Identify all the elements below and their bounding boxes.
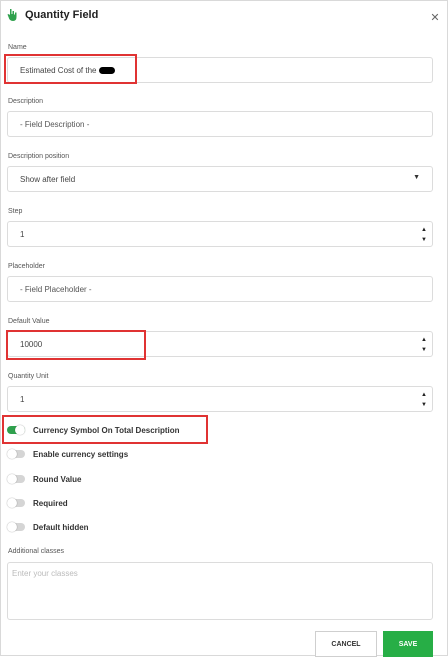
default-value-stepper[interactable]: ▲ ▼: [420, 337, 428, 353]
stepper-down-icon[interactable]: ▼: [421, 347, 427, 353]
additional-classes-label: Additional classes: [8, 548, 65, 555]
toggle-row-default-hidden[interactable]: Default hidden: [7, 519, 89, 535]
placeholder-field[interactable]: - Field Placeholder -: [7, 276, 433, 302]
stepper-up-icon[interactable]: ▲: [421, 392, 427, 398]
default-value-input[interactable]: 10000 ▲ ▼: [7, 331, 433, 357]
default-value-value: 10000: [20, 339, 43, 349]
toggle-row-currency-symbol[interactable]: Currency Symbol On Total Description: [7, 422, 180, 438]
name-value: Estimated Cost of the: [20, 65, 97, 75]
quantity-field-panel: Quantity Field ✕ Name Estimated Cost of …: [0, 0, 448, 657]
step-stepper[interactable]: ▲ ▼: [420, 227, 428, 243]
name-label: Name: [8, 44, 27, 51]
close-icon[interactable]: ✕: [428, 11, 442, 25]
name-field[interactable]: Estimated Cost of the: [7, 57, 433, 83]
required-toggle[interactable]: [7, 498, 25, 508]
panel-header: Quantity Field: [7, 7, 98, 23]
stepper-down-icon[interactable]: ▼: [421, 237, 427, 243]
chevron-down-icon: ▼: [413, 174, 420, 181]
stepper-up-icon[interactable]: ▲: [421, 337, 427, 343]
cancel-button[interactable]: CANCEL: [315, 631, 377, 657]
step-label: Step: [8, 208, 23, 215]
additional-classes-textarea[interactable]: Enter your classes: [7, 562, 433, 620]
round-value-toggle[interactable]: [7, 474, 25, 484]
currency-symbol-label: Currency Symbol On Total Description: [33, 425, 180, 435]
default-hidden-label: Default hidden: [33, 522, 89, 532]
description-position-value: Show after field: [20, 174, 76, 184]
panel-title: Quantity Field: [25, 9, 99, 21]
description-label: Description: [8, 98, 44, 105]
description-value: - Field Description -: [20, 119, 90, 129]
quantity-unit-stepper[interactable]: ▲ ▼: [420, 392, 428, 408]
placeholder-value: - Field Placeholder -: [20, 284, 92, 294]
hand-icon: [7, 9, 17, 21]
default-hidden-toggle[interactable]: [7, 522, 25, 532]
stepper-up-icon[interactable]: ▲: [421, 227, 427, 233]
toggle-row-required[interactable]: Required: [7, 495, 68, 511]
stepper-down-icon[interactable]: ▼: [421, 402, 427, 408]
quantity-unit-value: 1: [20, 394, 25, 404]
default-value-label: Default Value: [8, 318, 50, 325]
toggle-row-enable-currency[interactable]: Enable currency settings: [7, 446, 128, 462]
additional-classes-placeholder: Enter your classes: [12, 569, 78, 578]
placeholder-label: Placeholder: [8, 263, 45, 270]
quantity-unit-input[interactable]: 1 ▲ ▼: [7, 386, 433, 412]
enable-currency-toggle[interactable]: [7, 449, 25, 459]
description-position-label: Description position: [8, 153, 70, 160]
quantity-unit-label: Quantity Unit: [8, 373, 49, 380]
step-value: 1: [20, 229, 25, 239]
step-input[interactable]: 1 ▲ ▼: [7, 221, 433, 247]
description-position-select[interactable]: Show after field ▼: [7, 166, 433, 192]
round-value-label: Round Value: [33, 474, 82, 484]
enable-currency-label: Enable currency settings: [33, 449, 129, 459]
description-field[interactable]: - Field Description -: [7, 111, 433, 137]
save-button[interactable]: SAVE: [383, 631, 433, 657]
toggle-row-round-value[interactable]: Round Value: [7, 471, 81, 487]
currency-symbol-toggle[interactable]: [7, 425, 25, 435]
redaction-mark: [99, 66, 116, 74]
required-label: Required: [33, 498, 68, 508]
